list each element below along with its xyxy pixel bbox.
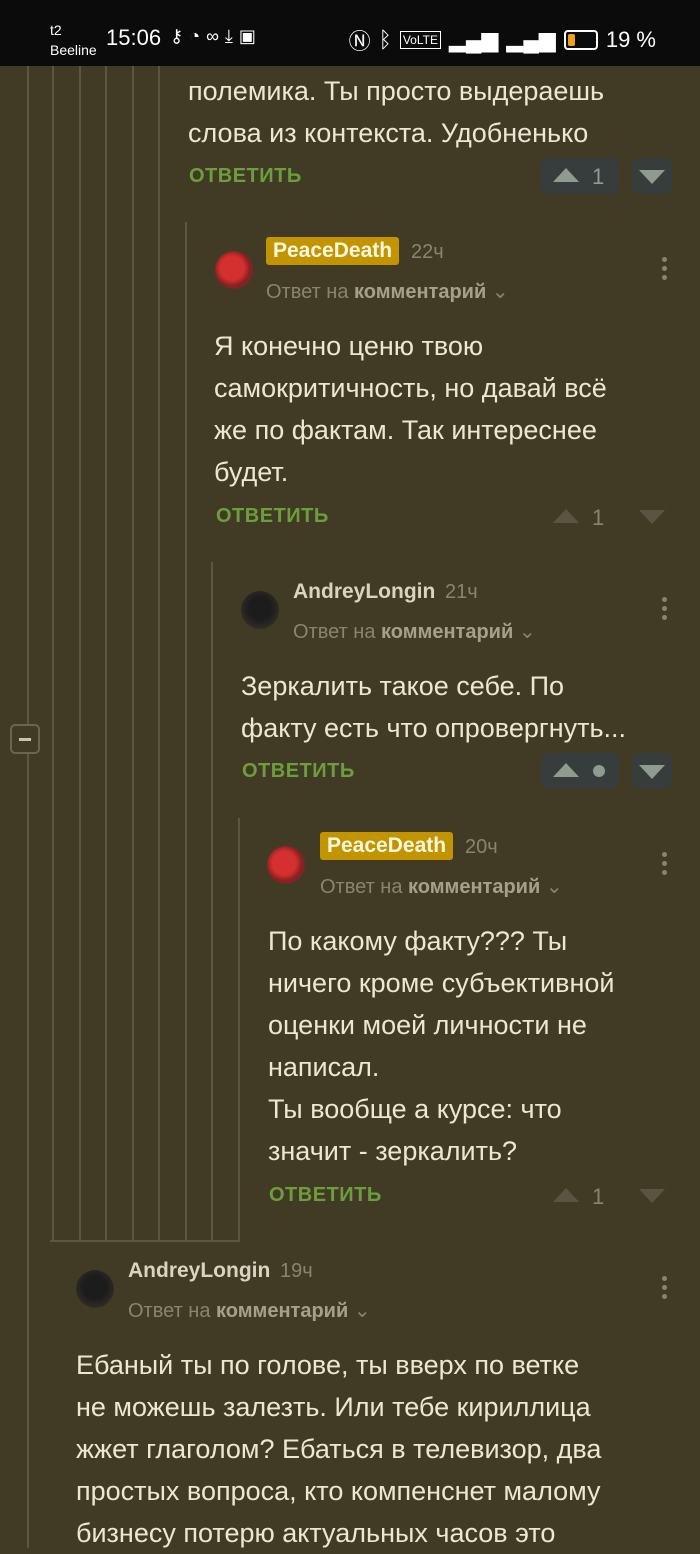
- downvote-icon[interactable]: [639, 510, 665, 524]
- vote-count: 1: [592, 505, 605, 530]
- chevron-down-icon: ⌄: [491, 281, 509, 303]
- comment-text: Ебаный ты по голове, ты вверх по ветке н…: [76, 1350, 602, 1548]
- more-icon[interactable]: [662, 1276, 668, 1306]
- vote-count: 1: [592, 164, 605, 189]
- thread-line: [158, 66, 160, 1242]
- bluetooth-icon: ᛒ: [378, 27, 392, 52]
- collapse-thread-button[interactable]: [10, 724, 40, 754]
- thread-line: [52, 66, 54, 1242]
- carrier-label: t2 Beeline: [50, 22, 97, 58]
- thread-line: [238, 818, 240, 1242]
- upvote-icon[interactable]: [553, 509, 579, 523]
- signal-icon: ▂▄▆: [448, 27, 499, 52]
- status-bar: t2 Beeline 15:06 ⚷◔∞⤓▣ Ⓝ ᛒ VoLTE ▂▄▆ ▂▄▆…: [0, 0, 700, 66]
- vote-count: 1: [592, 1184, 605, 1209]
- upvote-icon[interactable]: [553, 168, 579, 182]
- comment-text: Я конечно ценю твою самокритичность, но …: [214, 331, 607, 487]
- upvote-icon[interactable]: [553, 763, 579, 777]
- reply-to-line[interactable]: Ответ на комментарий ⌄: [128, 1298, 371, 1323]
- author-name[interactable]: PeaceDeath: [320, 832, 454, 860]
- notification-icons: ⚷◔∞⤓▣: [170, 26, 262, 47]
- reply-button[interactable]: ОТВЕТИТЬ: [189, 165, 302, 188]
- upvote-icon[interactable]: [553, 1188, 579, 1202]
- author-name[interactable]: PeaceDeath: [266, 237, 400, 265]
- thread-line: [50, 1240, 240, 1242]
- shield-icon: ◔: [189, 26, 207, 46]
- reply-to-line[interactable]: Ответ на комментарий ⌄: [266, 279, 509, 304]
- avatar[interactable]: [76, 1270, 114, 1308]
- 4g-signal-icon: ▂▄▆: [506, 27, 556, 52]
- thread-line: [27, 66, 29, 1548]
- wb-icon: ▣: [238, 26, 262, 46]
- more-icon[interactable]: [662, 597, 668, 627]
- comment-time: 19ч: [280, 1260, 313, 1282]
- nfc-icon: Ⓝ: [348, 29, 371, 54]
- battery-percent: 19 %: [605, 27, 656, 52]
- comment-time: 22ч: [411, 241, 444, 263]
- downvote-icon[interactable]: [639, 765, 665, 779]
- chevron-down-icon: ⌄: [545, 876, 563, 898]
- more-icon[interactable]: [662, 257, 668, 287]
- avatar[interactable]: [267, 846, 305, 884]
- comment-text: По какому факту??? Ты ничего кроме субъе…: [268, 926, 615, 1166]
- avatar[interactable]: [215, 251, 253, 289]
- comment-time: 21ч: [445, 581, 478, 603]
- download-icon: ⤓: [224, 26, 239, 46]
- reply-to-line[interactable]: Ответ на комментарий ⌄: [293, 619, 536, 644]
- vote-dot-icon: [593, 765, 605, 777]
- volte-icon: VoLTE: [399, 31, 441, 49]
- avatar[interactable]: [241, 591, 279, 629]
- author-name[interactable]: AndreyLongin: [128, 1259, 270, 1283]
- reply-button[interactable]: ОТВЕТИТЬ: [242, 760, 355, 783]
- key-icon: ⚷: [170, 26, 190, 46]
- author-name[interactable]: AndreyLongin: [293, 580, 435, 604]
- reply-button[interactable]: ОТВЕТИТЬ: [216, 505, 329, 528]
- thread-line: [105, 66, 107, 1242]
- comment-text: Зеркалить такое себе. По факту есть что …: [241, 671, 627, 743]
- thread-line: [211, 562, 213, 1242]
- comment-time: 20ч: [465, 836, 498, 858]
- battery-icon: [563, 30, 598, 50]
- chevron-down-icon: ⌄: [518, 621, 536, 643]
- more-icon[interactable]: [662, 852, 668, 882]
- downvote-icon[interactable]: [639, 1189, 665, 1203]
- reply-to-line[interactable]: Ответ на комментарий ⌄: [320, 874, 563, 899]
- comment-text: полемика. Ты просто выдераешь слова из к…: [188, 76, 605, 148]
- thread-line: [132, 66, 134, 1242]
- thread-line: [79, 66, 81, 1242]
- thread-line: [185, 222, 187, 1242]
- chevron-down-icon: ⌄: [353, 1300, 371, 1322]
- link-icon: ∞: [206, 26, 225, 46]
- clock: 15:06: [106, 25, 162, 50]
- system-icons: Ⓝ ᛒ VoLTE ▂▄▆ ▂▄▆ 19 %: [349, 24, 656, 56]
- downvote-icon[interactable]: [639, 170, 665, 184]
- reply-button[interactable]: ОТВЕТИТЬ: [269, 1184, 382, 1207]
